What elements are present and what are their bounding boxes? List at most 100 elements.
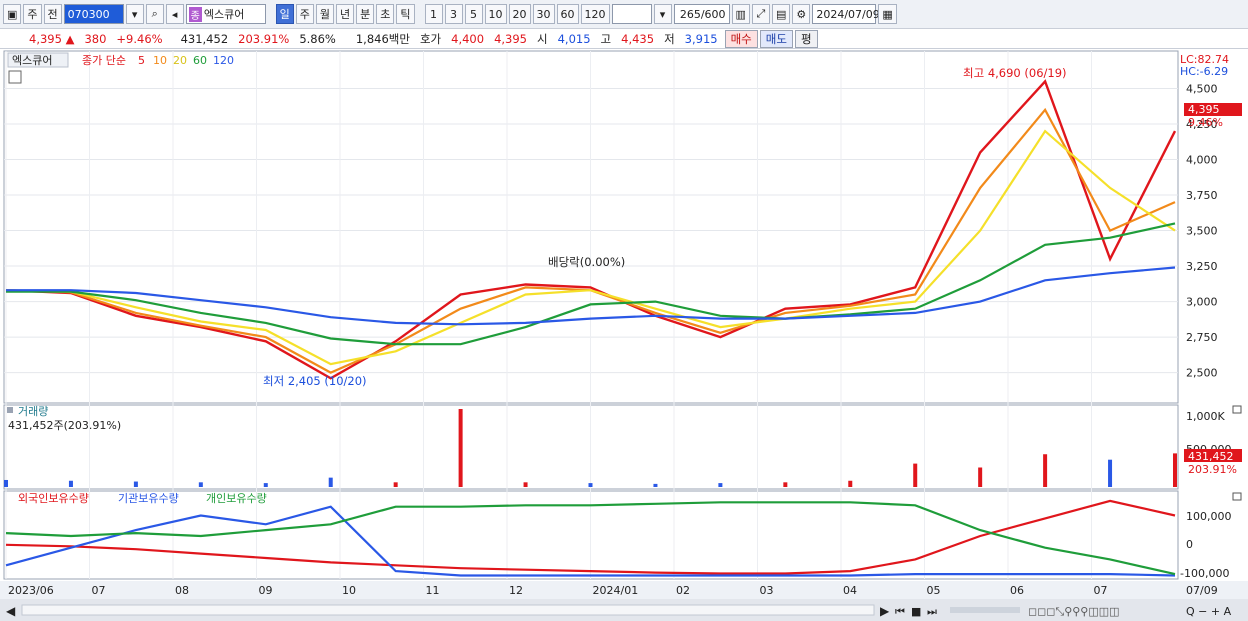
first-page-icon[interactable]: ⏮ [895, 605, 905, 618]
ask-price: 4,400 [451, 31, 485, 46]
scroll-right-icon[interactable]: ▶ [880, 604, 890, 618]
save-icon[interactable]: ▤ [771, 4, 791, 24]
period-year[interactable]: 년 [336, 4, 355, 24]
interval-custom-input[interactable] [611, 4, 652, 24]
evaluate-button[interactable]: 평 [794, 29, 818, 48]
table-view-icon[interactable] [8, 70, 22, 84]
low-label: 저 [664, 31, 675, 46]
code-dropdown-icon[interactable]: ▾ [125, 4, 144, 24]
trade-amount: 1,846백만 [355, 31, 410, 46]
quote-bar: 4,395 ▲ 380 +9.46% 431,452 203.91% 5.86%… [0, 29, 1248, 49]
scroll-left-icon[interactable]: ◀ [6, 604, 16, 618]
chart-type-select[interactable]: 주 [23, 4, 42, 24]
period-minute[interactable]: 분 [356, 4, 375, 24]
current-pct-marker-label: 9.46% [1188, 116, 1223, 129]
volume-panel-close-icon[interactable] [1232, 405, 1242, 414]
volume-bar [4, 479, 8, 487]
x-axis-label: 2023/06 [8, 584, 54, 597]
volume-bar [783, 482, 788, 487]
interval-3[interactable]: 3 [444, 4, 463, 24]
volume-bar [68, 480, 73, 487]
x-axis-label: 2024/01 [593, 584, 639, 597]
up-arrow-icon: ▲ [65, 31, 75, 46]
volume-bar [718, 483, 723, 487]
window-menu-icon[interactable]: ▣ [3, 4, 22, 24]
calendar-icon[interactable]: ▦ [878, 4, 897, 24]
x-axis-label: 03 [760, 584, 774, 597]
low-price: 3,915 [684, 31, 718, 46]
ma-10-label: 10 [153, 54, 167, 67]
interval-30[interactable]: 30 [532, 4, 555, 24]
ma-20-label: 20 [173, 54, 187, 67]
price-panel-title: 엑스큐어 [12, 54, 52, 67]
volume-bar [263, 483, 268, 487]
turnover-rate: 5.86% [299, 31, 336, 46]
current-price-marker-label: 4,395 [1188, 103, 1220, 116]
interval-dropdown-icon[interactable]: ▾ [653, 4, 672, 24]
volume-bar [588, 483, 593, 487]
interval-5[interactable]: 5 [464, 4, 483, 24]
prev-button[interactable]: 전 [43, 4, 62, 24]
interval-1[interactable]: 1 [424, 4, 443, 24]
holdings-tick-1: 0 [1186, 538, 1193, 551]
period-tick[interactable]: 틱 [396, 4, 415, 24]
current-volume-marker-label: 431,452 [1188, 450, 1234, 463]
holdings-tick-2: -100,000 [1180, 567, 1229, 580]
stop-icon[interactable]: ■ [911, 605, 921, 618]
tool-icons[interactable]: ◻◻◻⤡⚲⚲⚲◫◫◫ [1028, 605, 1120, 618]
volume-bar [913, 463, 918, 487]
volume-bar [653, 483, 658, 487]
interval-60[interactable]: 60 [556, 4, 579, 24]
x-axis-label: 05 [927, 584, 941, 597]
date-input[interactable]: 2024/07/09 [812, 4, 880, 24]
count-field[interactable]: 265/600 [673, 4, 730, 24]
x-axis-label: 11 [426, 584, 440, 597]
stock-chart[interactable]: 엑스큐어 종가 단순 5 10 20 60 120 최고 4,690 (06/1… [0, 49, 1248, 621]
sound-icon[interactable]: ◂ [165, 4, 184, 24]
volume-bar [978, 467, 983, 487]
gear-icon[interactable]: ⚙ [792, 4, 811, 24]
volume-bar [393, 482, 398, 487]
interval-10[interactable]: 10 [484, 4, 507, 24]
x-axis-label: 09 [259, 584, 273, 597]
scroll-track[interactable] [21, 604, 875, 616]
volume-bar [133, 481, 138, 487]
period-week[interactable]: 주 [295, 4, 314, 24]
volume-value: 431,452 [180, 31, 229, 46]
volume-bar [1043, 454, 1048, 487]
holdings-panel-close-icon[interactable] [1232, 492, 1242, 501]
buy-button[interactable]: 매수 [724, 29, 758, 48]
sell-button[interactable]: 매도 [759, 29, 793, 48]
x-axis-label: 06 [1010, 584, 1024, 597]
high-annotation: 최고 4,690 (06/19) [963, 66, 1067, 80]
ma-label: 종가 단순 [82, 54, 126, 67]
x-axis-label: 02 [676, 584, 690, 597]
price-tick-label: 3,250 [1186, 260, 1218, 273]
toolbar: ▣ 주 전 070300 ▾ ⌕ ◂ 종 엑스큐어 일 주 월 년 분 초 틱 … [0, 0, 1248, 29]
volume-tick-0: 1,000K [1186, 410, 1225, 423]
candle-settings-icon[interactable]: ▥ [731, 4, 750, 24]
volume-ratio: 203.91% [238, 31, 290, 46]
x-axis-label: 10 [342, 584, 356, 597]
stock-name-field[interactable]: 종 엑스큐어 [185, 4, 266, 24]
indicator-icon[interactable]: ⤢ [751, 4, 770, 24]
ma-120-label: 120 [213, 54, 234, 67]
volume-panel-title: 거래량 [18, 405, 48, 418]
volume-bar [328, 477, 333, 487]
period-second[interactable]: 초 [376, 4, 395, 24]
period-day[interactable]: 일 [275, 4, 294, 24]
interval-20[interactable]: 20 [508, 4, 531, 24]
volume-bar [848, 480, 853, 487]
period-month[interactable]: 월 [315, 4, 335, 24]
zoom-slider[interactable] [950, 607, 1020, 613]
open-label: 시 [537, 31, 548, 46]
stock-code-input[interactable]: 070300 [63, 4, 124, 24]
zoom-controls[interactable]: Q − + A [1186, 605, 1232, 618]
current-volume-pct-label: 203.91% [1188, 463, 1237, 476]
last-page-icon[interactable]: ⏭ [927, 605, 937, 618]
search-icon[interactable]: ⌕ [145, 4, 164, 24]
high-price: 4,435 [621, 31, 655, 46]
interval-120[interactable]: 120 [580, 4, 610, 24]
volume-bar [1173, 453, 1177, 487]
hc-label: HC:-6.29 [1180, 65, 1228, 78]
